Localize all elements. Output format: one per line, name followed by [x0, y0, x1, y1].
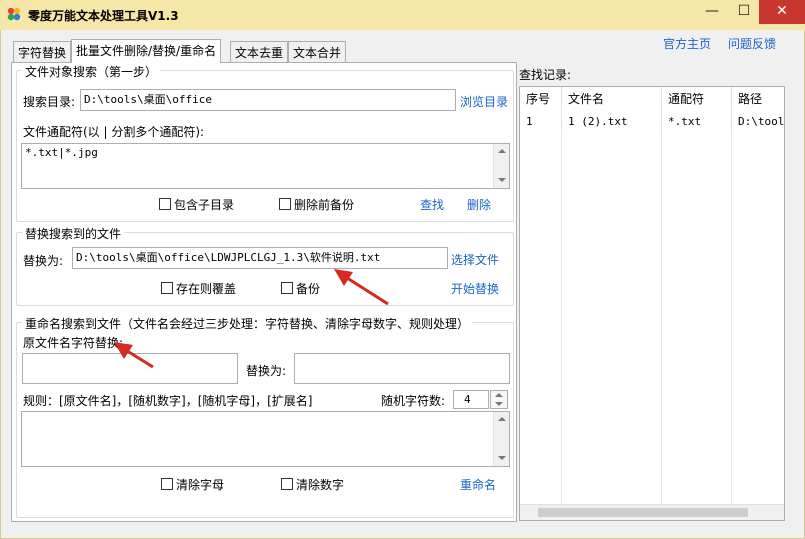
table-cell-pattern[interactable]: *.txt [662, 113, 732, 131]
orig-name-label: 原文件名字符替换: [23, 336, 124, 350]
replace-group-title: 替换搜索到的文件 [22, 225, 125, 242]
backup-before-delete-label: 删除前备份 [294, 198, 355, 212]
column-divider [520, 111, 562, 504]
table-cell-filename[interactable]: 1 (2).txt [562, 113, 662, 131]
rename-link[interactable]: 重命名 [460, 476, 496, 493]
replace-label: 替换为: [23, 254, 64, 268]
browse-dir-link[interactable]: 浏览目录 [460, 93, 508, 110]
tab-dedupe[interactable]: 文本去重 [230, 41, 289, 62]
minimize-button[interactable]: — [696, 0, 728, 24]
delete-link[interactable]: 删除 [467, 196, 491, 213]
rule-scrollbar[interactable] [493, 412, 509, 466]
backup-label: 备份 [296, 282, 321, 296]
column-divider [662, 111, 732, 504]
replace-group [16, 232, 514, 306]
close-button[interactable]: ✕ [759, 0, 805, 24]
search-dir-input[interactable]: D:\tools\桌面\office [80, 89, 456, 111]
replace-file-input[interactable]: D:\tools\桌面\office\LDWJPLCLGJ_1.3\软件说明.t… [72, 247, 448, 269]
rename-group-title: 重命名搜索到文件（文件名会经过三步处理：字符替换、清除字母数字、规则处理） [22, 315, 473, 332]
column-header-index[interactable]: 序号 [520, 87, 562, 111]
backup-before-delete-checkbox[interactable] [279, 198, 291, 210]
tab-batch-file[interactable]: 批量文件删除/替换/重命名 [71, 39, 222, 63]
scroll-up-icon[interactable] [498, 417, 506, 421]
table-cell-path[interactable]: D:\tools\桌面\office [732, 113, 784, 131]
table-cell-index[interactable]: 1 [520, 113, 562, 131]
replace-with-label: 替换为: [246, 364, 287, 378]
rand-count-spinner[interactable] [490, 390, 508, 409]
rand-count-input[interactable]: 4 [453, 390, 489, 409]
include-subdirs-label: 包含子目录 [174, 198, 235, 212]
spin-down-icon[interactable] [495, 402, 503, 406]
rule-textarea[interactable] [21, 411, 510, 467]
clear-letters-checkbox[interactable] [161, 478, 173, 490]
results-list[interactable]: 序号 文件名 通配符 路径 1 1 (2).txt *.txt D:\tools… [519, 86, 785, 521]
tab-char-replace[interactable]: 字符替换 [13, 41, 72, 62]
scroll-thumb[interactable] [538, 508, 748, 517]
backup-checkbox[interactable] [281, 282, 293, 294]
results-title: 查找记录: [519, 68, 572, 82]
start-replace-link[interactable]: 开始替换 [451, 280, 499, 297]
search-dir-label: 搜索目录: [23, 95, 76, 109]
orig-name-input[interactable] [22, 353, 238, 384]
results-hscrollbar[interactable] [520, 504, 784, 520]
select-file-link[interactable]: 选择文件 [451, 251, 499, 268]
column-header-filename[interactable]: 文件名 [562, 87, 662, 111]
rule-label: 规则：[原文件名]，[随机数字]，[随机字母]，[扩展名] [23, 394, 313, 408]
pattern-label: 文件通配符(以 | 分割多个通配符): [23, 125, 205, 139]
column-divider [562, 111, 662, 504]
app-icon [7, 7, 21, 21]
scroll-down-icon[interactable] [498, 178, 506, 182]
find-link[interactable]: 查找 [420, 196, 444, 213]
clear-digits-label: 清除数字 [296, 478, 345, 492]
spin-up-icon[interactable] [495, 393, 503, 397]
pattern-textarea[interactable]: *.txt|*.jpg [21, 143, 510, 189]
pattern-scrollbar[interactable] [493, 144, 509, 188]
window-title: 零度万能文本处理工具V1.3 [28, 9, 179, 23]
home-link[interactable]: 官方主页 [663, 35, 711, 52]
overwrite-checkbox[interactable] [161, 282, 173, 294]
pattern-value: *.txt|*.jpg [25, 146, 98, 159]
replace-with-input[interactable] [294, 353, 510, 384]
include-subdirs-checkbox[interactable] [159, 198, 171, 210]
tab-merge[interactable]: 文本合并 [288, 41, 347, 62]
feedback-link[interactable]: 问题反馈 [728, 35, 776, 52]
clear-letters-label: 清除字母 [176, 478, 225, 492]
search-group-title: 文件对象搜索（第一步） [22, 63, 161, 80]
scroll-down-icon[interactable] [498, 456, 506, 460]
rand-count-label: 随机字符数: [381, 394, 446, 408]
column-header-path[interactable]: 路径 [732, 87, 784, 111]
column-header-pattern[interactable]: 通配符 [662, 87, 732, 111]
scroll-up-icon[interactable] [498, 149, 506, 153]
clear-digits-checkbox[interactable] [281, 478, 293, 490]
overwrite-label: 存在则覆盖 [176, 282, 237, 296]
maximize-button[interactable]: ☐ [728, 0, 760, 24]
